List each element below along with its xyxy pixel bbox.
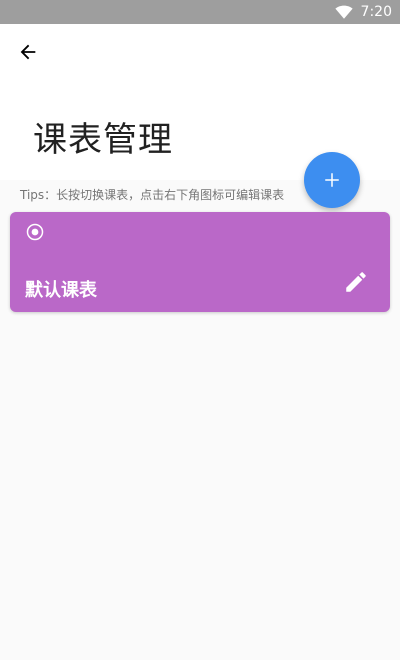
radio-selected-icon[interactable] [26, 223, 44, 241]
plus-icon [325, 173, 339, 187]
tips-text: Tips：长按切换课表，点击右下角图标可编辑课表 [20, 188, 285, 202]
wifi-icon [334, 5, 353, 19]
back-button[interactable] [12, 36, 44, 68]
page-title: 课表管理 [33, 120, 173, 160]
toolbar [0, 24, 400, 80]
schedule-card[interactable]: 默认课表 [10, 212, 390, 312]
pencil-icon [346, 272, 366, 292]
status-bar: 7:20 [0, 0, 400, 24]
schedule-name: 默认课表 [25, 280, 97, 301]
arrow-back-icon [20, 44, 36, 60]
add-schedule-button[interactable] [304, 152, 360, 208]
status-time: 7:20 [360, 4, 392, 20]
edit-schedule-button[interactable] [342, 268, 370, 296]
